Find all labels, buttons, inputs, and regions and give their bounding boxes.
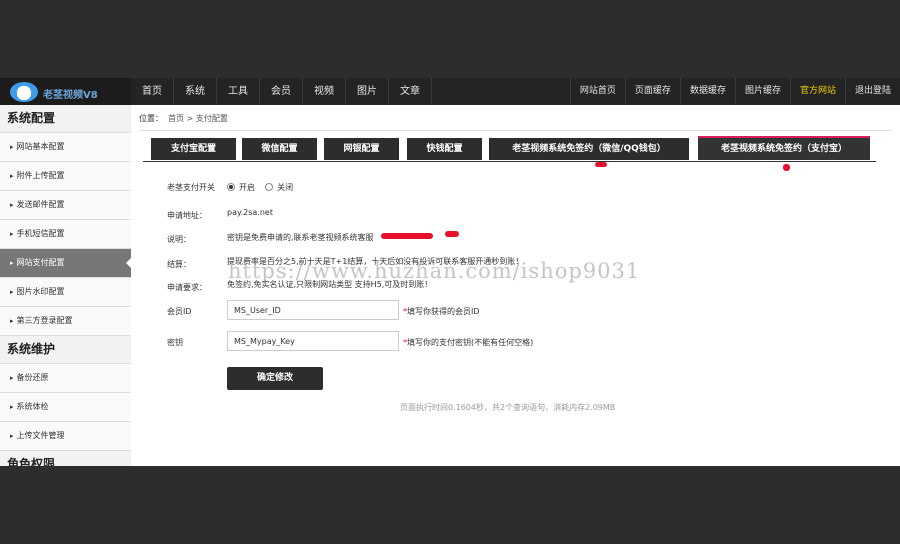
switch-group: 开启 关闭 (227, 182, 293, 193)
key-input[interactable]: MS_Mypay_Key (227, 331, 399, 351)
sidebar-item-label: 备份还原 (16, 373, 49, 382)
sidebar-item-files[interactable]: ▸ 上传文件管理 (0, 422, 131, 451)
radio-off[interactable] (265, 183, 274, 191)
red-scribble (783, 164, 790, 171)
top-dark-area: ▔ ▔ ▔ (0, 0, 900, 78)
nav-item-members[interactable]: 会员 (260, 78, 303, 105)
tab-freesign-wechat-qq[interactable]: 老茎视频系统免签约（微信/QQ钱包） (489, 138, 689, 160)
radio-on-label: 开启 (239, 183, 255, 192)
caret-right-icon: ▸ (10, 201, 14, 209)
caret-right-icon: ▸ (10, 259, 14, 267)
sidebar-item-label: 网站基本配置 (16, 142, 65, 151)
nav-official-site[interactable]: 官方网站 (789, 78, 845, 105)
watermark-text: https://www.huzhan.com/ishop9031 (228, 259, 641, 283)
apply-url-value[interactable]: pay.2sa.net (227, 208, 273, 217)
caret-right-icon: ▸ (10, 143, 14, 151)
nav-item-articles[interactable]: 文章 (389, 78, 432, 105)
switch-label: 老茎支付开关 (167, 183, 215, 192)
nav-item-home[interactable]: 首页 (131, 78, 174, 105)
sidebar-item-mail[interactable]: ▸ 发送邮件配置 (0, 191, 131, 220)
nav-data-cache[interactable]: 数据缓存 (679, 78, 735, 105)
caret-right-icon: ▸ (10, 317, 14, 325)
sidebar-item-label: 网站支付配置 (16, 258, 65, 267)
tabs-underline (143, 161, 876, 162)
nav-logout[interactable]: 退出登陆 (844, 78, 900, 105)
breadcrumb-home[interactable]: 首页 (168, 114, 184, 123)
require-label: 申请要求： (167, 283, 207, 292)
sidebar-item-label: 附件上传配置 (16, 171, 65, 180)
logo[interactable]: 老茎视频V8 (0, 78, 131, 105)
breadcrumb-label: 位置： (139, 114, 163, 123)
sidebar-item-label: 发送邮件配置 (16, 200, 65, 209)
caret-right-icon: ▸ (10, 172, 14, 180)
breadcrumb-separator: > (186, 114, 194, 123)
utility-nav: 网站首页 页面缓存 数据缓存 图片缓存 官方网站 退出登陆 (569, 78, 900, 105)
nav-image-cache[interactable]: 图片缓存 (734, 78, 790, 105)
caret-right-icon: ▸ (10, 288, 14, 296)
logo-icon (10, 82, 38, 102)
red-scribble (445, 231, 459, 237)
divider (139, 130, 892, 131)
apply-url-label: 申请地址： (167, 211, 207, 220)
submit-button[interactable]: 确定修改 (227, 367, 323, 390)
sidebar-item-label: 图片水印配置 (16, 287, 65, 296)
nav-item-system[interactable]: 系统 (174, 78, 217, 105)
tab-99bill[interactable]: 快钱配置 (407, 138, 482, 160)
radio-on[interactable] (227, 183, 235, 191)
bottom-dark-area (0, 466, 900, 544)
caret-right-icon: ▸ (10, 403, 14, 411)
window-controls[interactable]: ▔ ▔ ▔ (732, 0, 869, 10)
desc-value: 密钥是免费申请的,联系老茎视频系统客服 (227, 233, 374, 242)
nav-site-home[interactable]: 网站首页 (569, 78, 625, 105)
logo-text: 老茎视频V8 (43, 90, 98, 101)
key-hint-text: 填写你的支付密钥(不能有任何空格) (407, 338, 534, 347)
sidebar-item-basic[interactable]: ▸ 网站基本配置 (0, 133, 131, 162)
sidebar-item-oauth[interactable]: ▸ 第三方登录配置 (0, 307, 131, 336)
breadcrumb-current: 支付配置 (195, 114, 228, 123)
nav-item-images[interactable]: 图片 (346, 78, 389, 105)
sidebar-item-label: 系统体检 (16, 402, 49, 411)
red-scribble (381, 233, 433, 239)
sidebar-item-watermark[interactable]: ▸ 图片水印配置 (0, 278, 131, 307)
sidebar-section-title: 系统配置 (0, 105, 131, 133)
caret-right-icon: ▸ (10, 230, 14, 238)
member-id-hint: *填写你获得的会员ID (403, 307, 480, 316)
desc-label: 说明： (167, 235, 191, 244)
settle-label: 结算： (167, 260, 191, 269)
tab-alipay[interactable]: 支付宝配置 (151, 138, 236, 160)
sidebar-item-label: 第三方登录配置 (16, 316, 73, 325)
nav-page-cache[interactable]: 页面缓存 (624, 78, 680, 105)
tab-wechat[interactable]: 微信配置 (242, 138, 317, 160)
radio-off-label: 关闭 (277, 183, 294, 192)
member-id-input[interactable]: MS_User_ID (227, 300, 399, 320)
sidebar-item-backup[interactable]: ▸ 备份还原 (0, 364, 131, 393)
nav-item-video[interactable]: 视频 (303, 78, 346, 105)
member-id-label: 会员ID (167, 307, 192, 316)
key-hint: *填写你的支付密钥(不能有任何空格) (403, 338, 534, 347)
nav-item-tools[interactable]: 工具 (217, 78, 260, 105)
main-content: 位置： 首页 > 支付配置 支付宝配置 微信配置 网银配置 快钱配置 老茎视频系… (131, 105, 900, 466)
main-nav: 首页 系统 工具 会员 视频 图片 文章 (131, 78, 432, 105)
tab-freesign-alipay[interactable]: 老茎视频系统免签约（支付宝） (698, 136, 870, 160)
top-navbar: 老茎视频V8 首页 系统 工具 会员 视频 图片 文章 网站首页 页面缓存 数据… (0, 78, 900, 105)
page-exec-info: 页面执行时间0.1604秒，共2个查询语句，消耗内存2.09MB (400, 403, 616, 412)
key-label: 密钥 (167, 338, 183, 347)
sidebar-item-checkup[interactable]: ▸ 系统体检 (0, 393, 131, 422)
sidebar-item-label: 手机短信配置 (16, 229, 65, 238)
caret-right-icon: ▸ (10, 432, 14, 440)
sidebar-item-label: 上传文件管理 (16, 431, 65, 440)
sidebar-item-upload[interactable]: ▸ 附件上传配置 (0, 162, 131, 191)
caret-right-icon: ▸ (10, 374, 14, 382)
tab-unionpay[interactable]: 网银配置 (324, 138, 399, 160)
sidebar-item-payment[interactable]: ▸ 网站支付配置 (0, 249, 131, 278)
sidebar-item-sms[interactable]: ▸ 手机短信配置 (0, 220, 131, 249)
sidebar: 系统配置 ▸ 网站基本配置 ▸ 附件上传配置 ▸ 发送邮件配置 ▸ 手机短信配置 ▸ 网站… (0, 105, 131, 479)
sidebar-section-title: 系统维护 (0, 336, 131, 364)
red-scribble (595, 162, 607, 167)
breadcrumb: 位置： 首页 > 支付配置 (139, 113, 228, 124)
member-id-hint-text: 填写你获得的会员ID (407, 307, 480, 316)
